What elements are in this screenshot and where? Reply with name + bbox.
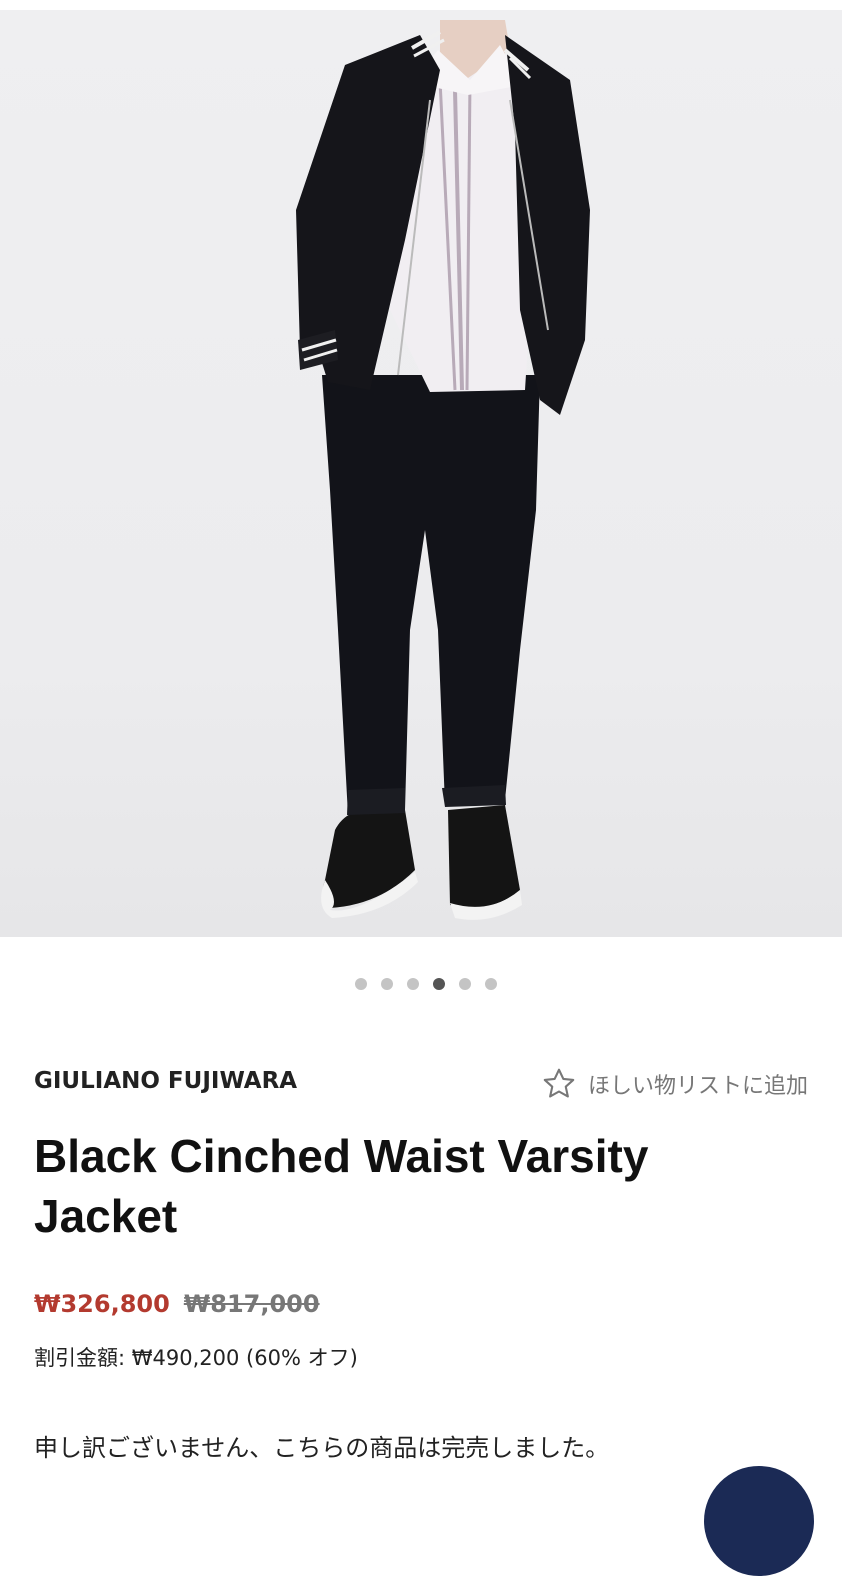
original-price: ₩817,000	[183, 1290, 320, 1318]
soldout-message: 申し訳ございません、こちらの商品は完売しました。	[34, 1434, 610, 1462]
product-image[interactable]	[0, 10, 842, 937]
carousel-dot[interactable]	[485, 978, 497, 990]
star-outline-icon	[540, 1066, 578, 1102]
carousel-dot-active[interactable]	[433, 978, 445, 990]
carousel-dot[interactable]	[459, 978, 471, 990]
wishlist-label: ほしい物リストに追加	[587, 1074, 808, 1099]
carousel-dot[interactable]	[381, 978, 393, 990]
model-photo-illustration	[296, 20, 590, 920]
carousel-dot[interactable]	[407, 978, 419, 990]
price-row: ₩326,800 ₩817,000	[34, 1290, 320, 1318]
product-title: Black Cinched Waist Varsity Jacket	[34, 1130, 649, 1242]
carousel-dot[interactable]	[355, 978, 367, 990]
sale-price: ₩326,800	[34, 1290, 170, 1318]
floating-action-button[interactable]	[704, 1466, 814, 1576]
add-to-wishlist-button[interactable]: ほしい物リストに追加	[540, 1066, 808, 1102]
brand-name[interactable]: GIULIANO FUJIWARA	[34, 1068, 297, 1094]
carousel-indicator[interactable]	[0, 978, 842, 992]
discount-amount: 割引金額: ₩490,200 (60% オフ)	[34, 1346, 358, 1370]
